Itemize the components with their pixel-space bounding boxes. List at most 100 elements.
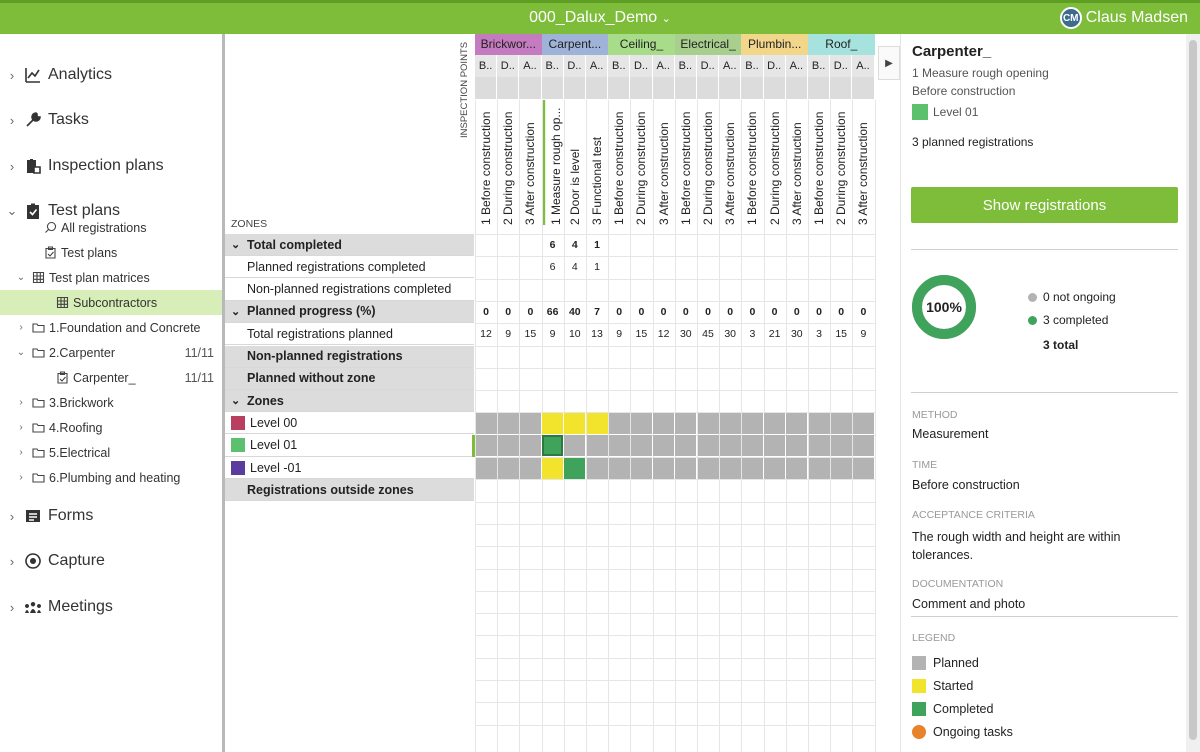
column-header[interactable]: 2 During construction <box>630 100 652 225</box>
column-header[interactable]: 1 Before construction <box>675 100 697 225</box>
column-header[interactable]: 2 During construction <box>764 100 786 225</box>
matrix-row-non-planned-registrations-completed[interactable]: Non-planned registrations completed <box>225 279 474 301</box>
matrix-row-level-01[interactable]: Level -01 <box>225 457 474 479</box>
sidebar-item-capture[interactable]: › Capture <box>0 546 105 576</box>
sidebar-subitem-3-brickwork[interactable]: › 3.Brickwork <box>0 390 222 415</box>
column-abbrev[interactable]: D.. <box>763 55 786 77</box>
column-group-header[interactable]: Plumbin... <box>741 34 808 55</box>
chevron-right-icon[interactable]: › <box>2 509 22 524</box>
sidebar-item-forms[interactable]: › Forms <box>0 501 94 531</box>
matrix-status-cell[interactable] <box>719 412 741 435</box>
column-abbrev[interactable]: A.. <box>586 55 609 77</box>
scrollbar-thumb[interactable] <box>1189 40 1197 740</box>
matrix-status-cell[interactable] <box>830 457 852 479</box>
matrix-status-cell[interactable] <box>630 435 653 457</box>
matrix-row-total-registrations-planned[interactable]: Total registrations planned <box>225 323 474 346</box>
matrix-status-cell[interactable] <box>741 435 764 457</box>
chevron-down-icon[interactable]: ⌄ <box>231 394 247 407</box>
matrix-row-total-completed[interactable]: ⌄ Total completed <box>225 234 474 256</box>
chevron-down-icon[interactable]: ⌄ <box>662 13 671 25</box>
sidebar-subitem-6-plumbing-and-heating[interactable]: › 6.Plumbing and heating <box>0 465 222 490</box>
chevron-down-icon[interactable]: ⌄ <box>231 238 247 251</box>
matrix-status-cell[interactable] <box>852 435 875 457</box>
matrix-status-cell[interactable] <box>697 435 719 457</box>
matrix-row-planned-registrations-completed[interactable]: Planned registrations completed <box>225 256 474 279</box>
project-selector[interactable]: 000_Dalux_Demo ⌄ <box>0 9 1200 27</box>
triangle-right-icon[interactable]: ▶ <box>885 58 893 69</box>
column-header[interactable]: 1 Before construction <box>608 100 630 225</box>
matrix-status-cell[interactable] <box>764 457 786 479</box>
column-abbrev[interactable]: B.. <box>808 55 831 77</box>
chevron-right-icon[interactable]: › <box>2 113 22 128</box>
column-abbrev[interactable]: B.. <box>541 55 564 77</box>
column-header[interactable]: 1 Before construction <box>475 100 497 225</box>
chevron-right-icon[interactable]: › <box>2 600 22 615</box>
chevron-down-icon[interactable]: ⌄ <box>231 305 247 318</box>
matrix-status-cell[interactable] <box>542 412 564 435</box>
matrix-status-cell[interactable] <box>741 457 764 479</box>
matrix-status-cell[interactable] <box>608 457 630 479</box>
sidebar-item-inspection-plans[interactable]: › Inspection plans <box>0 151 164 181</box>
chevron-right-icon[interactable]: › <box>2 68 22 83</box>
matrix-status-cell[interactable] <box>475 457 497 479</box>
column-abbrev[interactable]: D.. <box>630 55 653 77</box>
show-registrations-button[interactable]: Show registrations <box>911 187 1178 223</box>
column-abbrev[interactable]: A.. <box>519 55 542 77</box>
sidebar-subitem-5-electrical[interactable]: › 5.Electrical <box>0 440 222 465</box>
matrix-status-cell[interactable] <box>564 435 586 457</box>
matrix-status-cell[interactable] <box>808 435 830 457</box>
column-abbrev[interactable]: D.. <box>497 55 520 77</box>
column-header[interactable]: 3 Functional test <box>586 100 608 225</box>
matrix-row-zones[interactable]: ⌄ Zones <box>225 390 474 413</box>
matrix-status-cell[interactable] <box>630 457 653 479</box>
matrix-status-cell[interactable] <box>497 412 519 435</box>
column-abbrev[interactable]: A.. <box>785 55 808 77</box>
matrix-row-registrations-outside-zones[interactable]: Registrations outside zones <box>225 479 474 502</box>
matrix-status-cell[interactable] <box>564 412 586 435</box>
user-menu[interactable]: CM Claus Madsen <box>1059 7 1188 29</box>
matrix-status-cell[interactable] <box>608 435 630 457</box>
matrix-status-cell[interactable] <box>608 412 630 435</box>
chevron-down-icon[interactable]: ⌄ <box>14 272 28 283</box>
matrix-status-cell[interactable] <box>808 457 830 479</box>
chevron-right-icon[interactable]: › <box>2 159 22 174</box>
sidebar-subitem-test-plan-matrices[interactable]: ⌄ Test plan matrices <box>0 265 222 290</box>
column-header[interactable]: 3 After construction <box>719 100 741 225</box>
column-header[interactable]: 3 After construction <box>519 100 541 225</box>
sidebar-subitem-subcontractors[interactable]: Subcontractors <box>0 290 222 315</box>
chevron-right-icon[interactable]: › <box>14 422 28 433</box>
matrix-status-cell[interactable] <box>675 412 697 435</box>
matrix-status-cell[interactable] <box>764 435 786 457</box>
matrix-status-cell[interactable] <box>786 457 808 479</box>
sidebar-subitem-4-roofing[interactable]: › 4.Roofing <box>0 415 222 440</box>
matrix-status-cell[interactable] <box>697 457 719 479</box>
matrix-status-cell[interactable] <box>786 412 808 435</box>
column-header[interactable]: 3 After construction <box>653 100 675 225</box>
column-abbrev[interactable]: A.. <box>852 55 875 77</box>
column-header[interactable]: 3 After construction <box>786 100 808 225</box>
matrix-status-cell[interactable] <box>830 435 852 457</box>
column-abbrev[interactable]: B.. <box>674 55 697 77</box>
matrix-status-cell[interactable] <box>675 435 697 457</box>
user-name[interactable]: Claus Madsen <box>1086 9 1188 27</box>
column-header[interactable]: 2 During construction <box>830 100 852 225</box>
chevron-right-icon[interactable]: › <box>14 472 28 483</box>
matrix-status-cell[interactable] <box>808 412 830 435</box>
column-abbrev[interactable]: A.. <box>719 55 742 77</box>
matrix-status-cell[interactable] <box>586 457 608 479</box>
matrix-status-cell[interactable] <box>852 457 875 479</box>
matrix-status-cell[interactable] <box>519 457 542 479</box>
matrix-row-level-00[interactable]: Level 00 <box>225 412 474 435</box>
matrix-status-cell[interactable] <box>697 412 719 435</box>
column-header[interactable]: 1 Measure rough op... <box>541 100 564 225</box>
matrix-status-cell[interactable] <box>542 435 564 457</box>
sidebar-item-tasks[interactable]: › Tasks <box>0 105 89 135</box>
collapse-panel-button[interactable]: ▶ <box>878 46 900 80</box>
sidebar-item-analytics[interactable]: › Analytics <box>0 60 112 90</box>
matrix-status-cell[interactable] <box>764 412 786 435</box>
chevron-down-icon[interactable]: ⌄ <box>14 347 28 358</box>
matrix-status-cell[interactable] <box>653 412 675 435</box>
matrix-status-cell[interactable] <box>519 435 542 457</box>
matrix-row-planned-progress-[interactable]: ⌄ Planned progress (%) <box>225 300 474 323</box>
project-title[interactable]: 000_Dalux_Demo <box>529 9 657 26</box>
